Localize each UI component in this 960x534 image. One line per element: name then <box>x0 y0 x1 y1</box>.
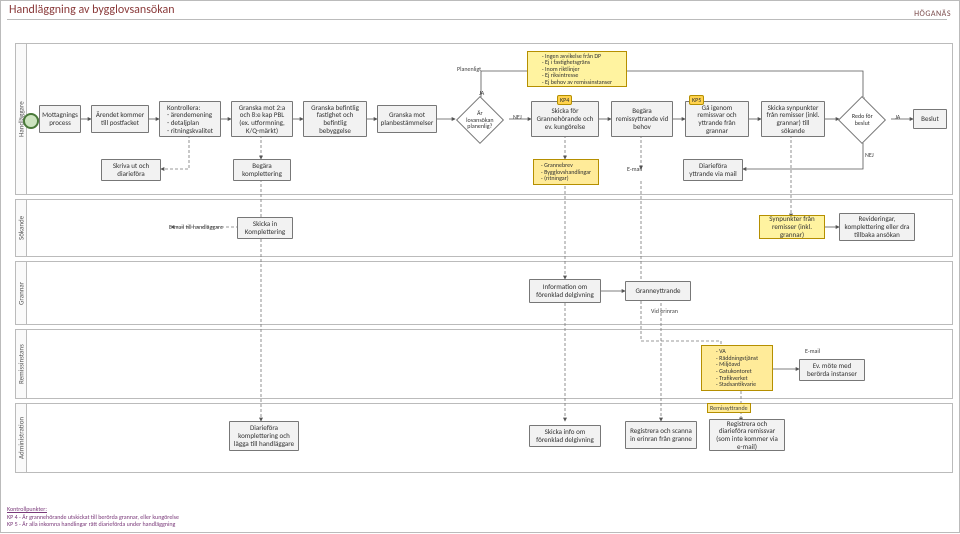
n-remissbegar: Begära remissyttrande vid behov <box>611 101 673 137</box>
n-grannebrev: - Grannebrev - Bygglovshandlingar - (rit… <box>533 159 599 185</box>
page: Handläggning av bygglovsansökan HÖGANÄS … <box>0 0 960 533</box>
n-kontrollera: Kontrollera: - ärendemening - detaljplan… <box>159 101 221 137</box>
lane-admin: Administration <box>15 403 953 473</box>
n-diarie-mail: Diarieföra yttrande via mail <box>683 159 743 181</box>
n-postfacket: Ärendet kommer till postfacket <box>91 105 149 133</box>
lbl-planenligt: Planenligt <box>457 65 481 73</box>
n-pbl: Granska mot 2:a och 8:e kap PBL (ex. utf… <box>231 101 293 137</box>
r-instanser: - VA - Räddningstjänst - Miljöavd - Gatu… <box>701 345 773 391</box>
lbl-email: E-mail <box>627 165 642 173</box>
n-beslut: Beslut <box>913 109 947 129</box>
page-title: Handläggning av bygglovsansökan <box>9 3 175 17</box>
lbl-email-handl: E-mail till handläggare <box>169 223 223 231</box>
title-rule <box>7 19 947 20</box>
lbl-remissyttr: Remissyttrande <box>707 403 751 413</box>
lbl-nej2: NEJ <box>865 151 874 159</box>
n-planbest: Granska mot planbestämmelser <box>377 105 437 133</box>
footnote-kp5: KP 5 - Är alla inkomna handlingar rätt d… <box>7 520 175 528</box>
a-diarie-kompl: Diarieföra komplettering och lägga till … <box>229 421 299 451</box>
a-reg-erinran: Registrera och scanna in erinran från gr… <box>625 421 697 449</box>
lbl-vid-erinran: Vid erinran <box>651 307 678 315</box>
n-skicka-synp: Skicka synpunkter från remisser (inkl. g… <box>761 101 825 137</box>
lane-label-5: Administration <box>15 403 27 473</box>
lbl-ja2: JA <box>895 113 900 121</box>
a-reg-remiss: Registrera och diarieföra remissvar (som… <box>709 419 785 451</box>
lane-label-3: Grannar <box>15 261 27 325</box>
lane-grannar: Grannar <box>15 261 953 325</box>
n-grannehorande: Skicka för Grannehörande och ev. kungöre… <box>531 101 599 137</box>
kp4-badge: KP4 <box>557 95 572 105</box>
brand-label: HÖGANÄS <box>914 9 951 19</box>
lbl-nej: NEJ <box>513 113 522 121</box>
n-gaigenom: Gå igenom remissvar och yttrande från gr… <box>685 101 749 137</box>
a-skicka-info: Skicka info om förenklad delgivning <box>529 425 601 447</box>
lbl-email2: E-mail <box>805 347 820 355</box>
footnote: Kontrollpunkter: KP 4 - Är grannehörande… <box>7 506 179 528</box>
s-skicka-kompl: Skicka in Komplettering <box>237 217 293 239</box>
q1-label: Är lovansökan planenlig? <box>466 110 493 130</box>
lane-label-4: Remissinstans <box>15 329 27 399</box>
s-revideringar: Revideringar, komplettering eller dra ti… <box>839 213 915 241</box>
s-synpunkter: Synpunkter från remisser (inkl. grannar) <box>759 215 825 239</box>
g-granneyttr: Granneyttrande <box>625 281 691 301</box>
n-komplettering: Begära komplettering <box>233 159 291 181</box>
lane-label-2: Sökande <box>15 199 27 257</box>
n-befintlig: Granska befintlig fastighet och befintli… <box>303 101 367 137</box>
n-diariefora: Skriva ut och diarieföra <box>101 159 161 181</box>
start-event <box>23 113 39 129</box>
cond-box: - Ingen avvikelse från DP - Ej i fastigh… <box>527 51 627 87</box>
r-mote: Ev. möte med berörda instanser <box>799 359 865 381</box>
g-info-delgiv: Information om förenklad delgivning <box>529 279 601 303</box>
n-mottagning: Mottagnings process <box>39 105 81 133</box>
kp5-badge: KP5 <box>689 95 704 105</box>
q2-label: Redo för beslut <box>849 113 875 126</box>
lbl-ja: JA <box>479 89 484 97</box>
